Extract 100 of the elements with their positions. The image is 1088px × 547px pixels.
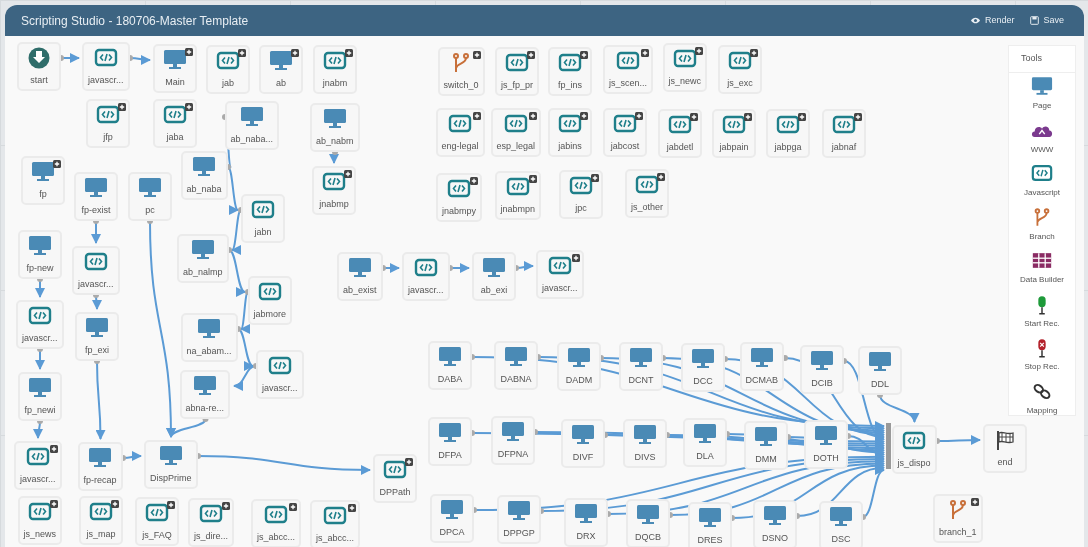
flow-node[interactable]: javascr... <box>256 350 304 399</box>
flow-node[interactable]: js_abcc... <box>310 500 361 547</box>
tool-item[interactable]: Branch <box>1009 203 1075 247</box>
flow-node[interactable]: fp-recap <box>77 442 123 491</box>
flow-node[interactable]: js_FAQ <box>135 497 179 546</box>
flow-node[interactable]: DQCB <box>626 499 670 547</box>
flow-node[interactable]: DABA <box>428 341 472 390</box>
flow-node[interactable]: jabnaf <box>822 109 866 158</box>
flow-node[interactable]: DCNT <box>619 342 663 391</box>
flow-node[interactable]: javascr... <box>402 252 450 301</box>
flow-node[interactable]: pc <box>128 172 172 221</box>
flow-node[interactable]: DRES <box>688 502 732 547</box>
flow-node[interactable]: jabdetl <box>658 109 702 158</box>
flow-node[interactable]: js_map <box>79 496 123 545</box>
plus-icon[interactable] <box>529 175 538 183</box>
flow-node[interactable]: jnabmp <box>312 166 356 215</box>
flow-node[interactable]: javascr... <box>14 441 62 490</box>
flow-node[interactable]: fp_newi <box>18 372 62 421</box>
flow-node[interactable]: jfp <box>86 99 130 148</box>
flow-node[interactable]: js_other <box>625 169 670 218</box>
flow-node[interactable]: jabcost <box>603 108 647 157</box>
plus-icon[interactable] <box>289 503 298 511</box>
flow-node[interactable]: fp <box>21 156 65 205</box>
plus-icon[interactable] <box>527 51 536 59</box>
flow-node[interactable]: DADM <box>557 342 601 391</box>
flow-node[interactable]: end <box>983 424 1027 473</box>
flow-node[interactable]: na_abam... <box>180 313 238 362</box>
plus-icon[interactable] <box>472 112 481 120</box>
plus-icon[interactable] <box>348 504 357 512</box>
flow-node[interactable]: DCMAB <box>739 342 784 391</box>
flow-node[interactable]: ab_exist <box>337 252 383 301</box>
tool-item[interactable]: Mapping <box>1009 377 1075 421</box>
flow-node[interactable]: jnabmpy <box>436 173 483 222</box>
tool-item[interactable]: Javascript <box>1009 159 1075 203</box>
flow-node[interactable]: javascr... <box>16 300 64 349</box>
flow-node[interactable]: jnabmpn <box>494 171 542 220</box>
flow-node[interactable]: abna-re... <box>179 370 231 419</box>
flow-node[interactable]: fp_ins <box>548 47 592 96</box>
flow-node[interactable]: DIVF <box>561 419 605 468</box>
plus-icon[interactable] <box>657 173 666 181</box>
flow-node[interactable]: DLA <box>683 418 727 467</box>
plus-icon[interactable] <box>53 160 61 168</box>
flow-node[interactable]: jpc <box>559 170 603 219</box>
plus-icon[interactable] <box>591 174 599 182</box>
plus-icon[interactable] <box>690 113 698 121</box>
flow-node[interactable]: ab_naba <box>180 151 228 200</box>
flow-node[interactable]: js_newc <box>662 43 707 92</box>
plus-icon[interactable] <box>571 254 580 262</box>
render-button[interactable]: Render <box>965 13 1019 28</box>
flow-node[interactable]: js_dispo <box>891 425 937 474</box>
flow-node[interactable]: js_dire... <box>188 498 234 547</box>
tool-item[interactable]: WWW <box>1009 116 1075 160</box>
plus-icon[interactable] <box>854 113 862 121</box>
flow-node[interactable]: fp-new <box>18 230 62 279</box>
flow-node[interactable]: jnabm <box>313 45 357 94</box>
flow-node[interactable]: DSC <box>819 501 863 547</box>
plus-icon[interactable] <box>635 112 643 120</box>
flow-node[interactable]: ab_naba... <box>224 101 280 150</box>
flow-node[interactable]: DPPath <box>373 454 417 503</box>
plus-icon[interactable] <box>750 49 758 57</box>
flow-node[interactable]: javascr... <box>72 246 120 295</box>
flow-node[interactable]: fp-exist <box>74 172 118 221</box>
plus-icon[interactable] <box>291 49 299 57</box>
flow-node[interactable]: ab <box>259 45 303 94</box>
flow-node[interactable]: jabins <box>548 108 592 157</box>
tool-item[interactable]: Start Rec. <box>1009 290 1075 334</box>
plus-icon[interactable] <box>167 501 175 509</box>
plus-icon[interactable] <box>744 113 752 121</box>
flow-node[interactable]: start <box>17 42 61 91</box>
flow-node[interactable]: ab_exi <box>472 252 516 301</box>
plus-icon[interactable] <box>798 113 806 121</box>
flow-node[interactable]: jabmore <box>247 276 292 325</box>
tool-item[interactable]: Page <box>1009 72 1075 116</box>
flow-node[interactable]: DFPA <box>428 417 472 466</box>
flow-node[interactable]: DIVS <box>623 419 667 468</box>
flow-node[interactable]: ab_nabm <box>310 103 360 152</box>
flow-node[interactable]: js_fp_pr <box>495 47 540 96</box>
flow-node[interactable]: DOTH <box>804 420 848 469</box>
flow-node[interactable]: Main <box>153 44 197 93</box>
plus-icon[interactable] <box>641 49 650 57</box>
flow-node[interactable]: esp_legal <box>490 108 542 157</box>
flow-node[interactable]: DSNO <box>753 500 797 547</box>
plus-icon[interactable] <box>344 170 352 178</box>
flow-node[interactable]: js_scen... <box>603 45 654 94</box>
flow-node[interactable]: jabn <box>241 194 285 243</box>
flow-node[interactable]: DCC <box>681 343 725 392</box>
plus-icon[interactable] <box>580 112 588 120</box>
flow-node[interactable]: branch_1 <box>933 494 983 543</box>
plus-icon[interactable] <box>472 51 481 59</box>
flow-node[interactable]: fp_exi <box>75 312 119 361</box>
plus-icon[interactable] <box>50 500 58 508</box>
tool-item[interactable]: Data Builder <box>1009 246 1075 290</box>
plus-icon[interactable] <box>580 51 588 59</box>
flow-node[interactable]: javascr... <box>536 250 584 299</box>
plus-icon[interactable] <box>222 502 230 510</box>
flow-node[interactable]: js_abcc... <box>251 499 302 547</box>
plus-icon[interactable] <box>238 49 246 57</box>
flow-node[interactable]: javascr... <box>82 42 130 91</box>
flow-node[interactable]: jabpain <box>712 109 756 158</box>
flow-node[interactable]: DMM <box>744 421 788 470</box>
